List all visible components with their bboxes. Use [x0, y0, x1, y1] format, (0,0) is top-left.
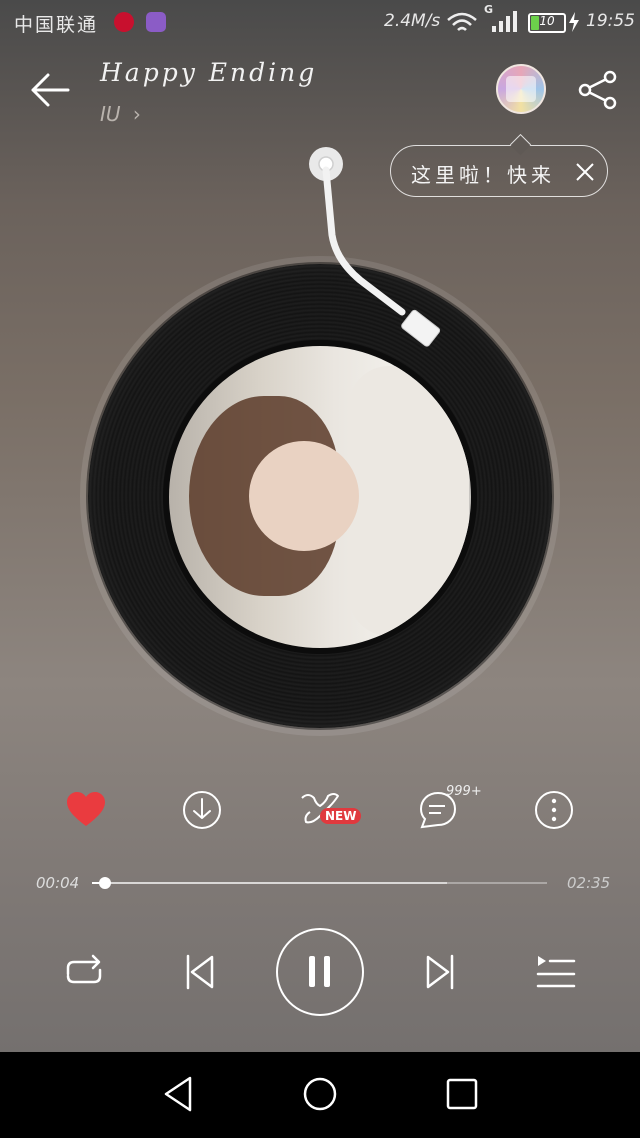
- nav-home-icon[interactable]: [298, 1072, 342, 1116]
- carrier-label: 中国联通: [14, 14, 99, 36]
- status-bar: 中国联通 2.4M/s G 10 19:55: [0, 0, 640, 44]
- artist-name: IU: [100, 102, 121, 126]
- new-badge: NEW: [320, 808, 362, 824]
- wifi-icon: [447, 12, 477, 31]
- net-speed: 2.4M/s: [384, 11, 441, 31]
- progress-buffer: [92, 882, 447, 884]
- battery-icon: 10: [528, 13, 566, 33]
- playlist-icon[interactable]: [532, 948, 580, 996]
- back-arrow-icon[interactable]: [28, 70, 72, 110]
- total-time: 02:35: [567, 874, 611, 892]
- close-icon[interactable]: [574, 161, 596, 183]
- comment-count: 999+: [446, 784, 482, 799]
- nav-recent-apps-icon[interactable]: [440, 1072, 484, 1116]
- elapsed-time: 00:04: [36, 874, 80, 892]
- charging-icon: [569, 12, 579, 32]
- avatar[interactable]: [496, 64, 546, 114]
- progress-slider[interactable]: [92, 877, 547, 889]
- chevron-right-icon: ›: [132, 102, 141, 126]
- previous-track-icon[interactable]: [176, 948, 224, 996]
- progress-thumb[interactable]: [98, 877, 111, 889]
- pause-icon: [309, 956, 330, 987]
- system-nav-bar: [0, 1052, 640, 1138]
- gallery-icon: [146, 12, 166, 32]
- pause-button[interactable]: [276, 928, 364, 1016]
- signal-icon: [492, 11, 517, 32]
- song-title: Happy Ending: [100, 58, 318, 87]
- comment-button[interactable]: 999+: [416, 784, 482, 832]
- netease-music-icon: [114, 12, 134, 32]
- tonearm[interactable]: [290, 140, 460, 360]
- like-heart-icon[interactable]: [64, 788, 108, 832]
- battery-level: 10: [539, 14, 555, 28]
- nav-back-icon[interactable]: [158, 1072, 202, 1116]
- clock: 19:55: [586, 11, 635, 31]
- album-cover: [163, 340, 477, 654]
- download-icon[interactable]: [180, 788, 224, 832]
- share-icon[interactable]: [576, 68, 620, 112]
- repeat-icon[interactable]: [60, 948, 108, 996]
- ringtone-button[interactable]: NEW: [298, 788, 362, 832]
- more-options-icon[interactable]: [532, 788, 576, 832]
- artist-link[interactable]: IU ›: [100, 102, 141, 126]
- next-track-icon[interactable]: [416, 948, 464, 996]
